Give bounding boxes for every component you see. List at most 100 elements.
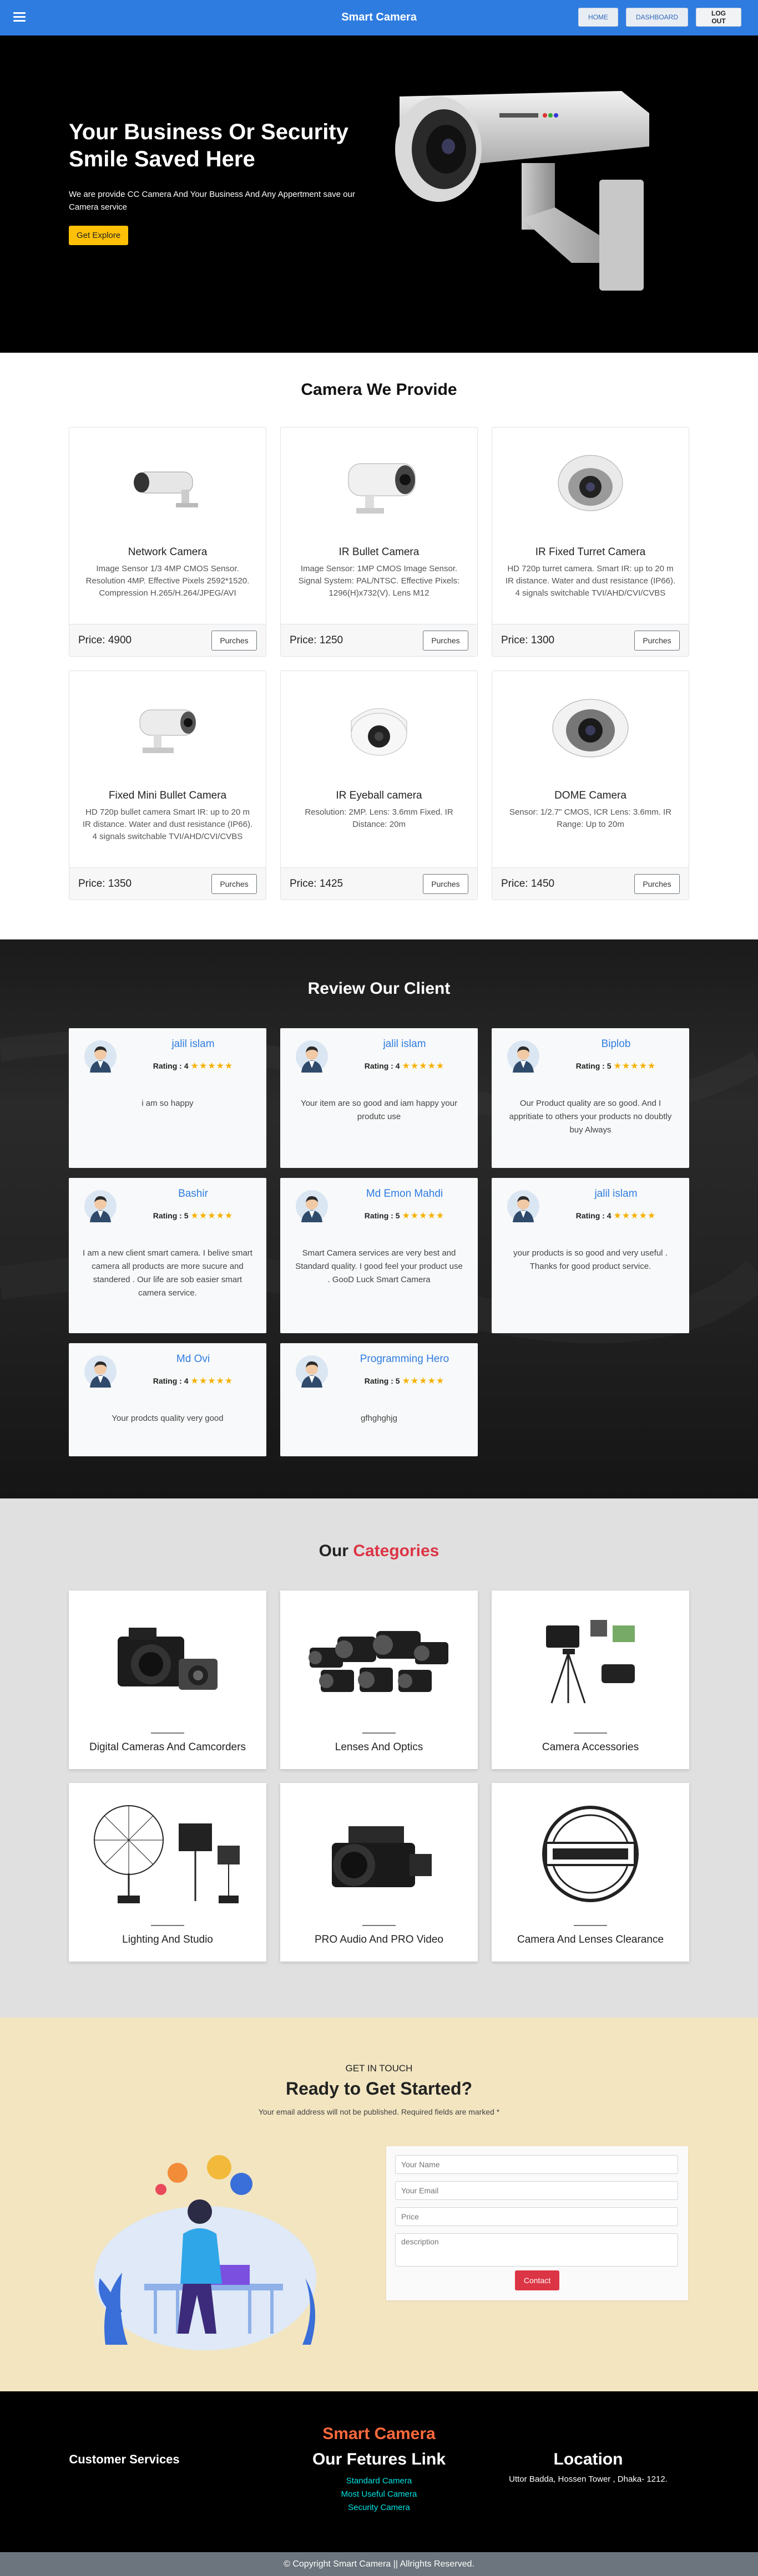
category-name: Digital Cameras And Camcorders bbox=[89, 1741, 246, 1753]
rating-label: Rating : bbox=[364, 1211, 393, 1220]
purchase-button[interactable]: Purches bbox=[634, 630, 680, 651]
star-icons: ★★★★★ bbox=[190, 1376, 234, 1386]
review-card: Bashir Rating : 5 ★★★★★ I am a new client s… bbox=[69, 1178, 266, 1333]
camera-name: IR Bullet Camera bbox=[338, 546, 420, 558]
logout-button[interactable]: LOG OUT bbox=[696, 8, 741, 27]
camera-card: Fixed Mini Bullet Camera HD 720p bullet … bbox=[69, 670, 266, 900]
cameras-section-title: Camera We Provide bbox=[301, 380, 457, 399]
star-icons: ★★★★★ bbox=[613, 1061, 656, 1071]
camera-price: Price: 1450 bbox=[501, 877, 555, 890]
home-button[interactable]: HOME bbox=[578, 8, 618, 27]
price-field[interactable] bbox=[395, 2207, 678, 2226]
explore-button[interactable]: Get Explore bbox=[69, 226, 129, 246]
network-camera-image bbox=[69, 444, 266, 527]
category-divider bbox=[574, 1925, 607, 1926]
rating-value: 5 bbox=[395, 1211, 400, 1220]
nav-buttons: HOME DASHBOARD LOG OUT bbox=[578, 8, 741, 27]
camera-card: IR Bullet Camera Image Sensor: 1MP CMOS … bbox=[280, 427, 478, 657]
rating-label: Rating : bbox=[575, 1061, 605, 1070]
rating-value: 4 bbox=[607, 1211, 612, 1220]
accessories-image bbox=[492, 1606, 689, 1717]
review-card: Programming Hero Rating : 5 ★★★★★ gfhghghjg bbox=[280, 1343, 478, 1456]
footer-link-standard-camera[interactable]: Standard Camera bbox=[296, 2475, 462, 2488]
name-field[interactable] bbox=[395, 2155, 678, 2174]
reviews-title: Review Our Client bbox=[307, 979, 451, 998]
reviews-grid: jalil islam Rating : 4 ★★★★★ i am so happy j… bbox=[69, 1028, 689, 1456]
star-icons: ★★★★★ bbox=[613, 1211, 656, 1221]
star-icons: ★★★★★ bbox=[190, 1211, 234, 1221]
contact-button[interactable]: Contact bbox=[515, 2270, 559, 2290]
categories-grid: Digital Cameras And Camcorders Lenses An… bbox=[69, 1591, 689, 1962]
category-card[interactable]: Camera Accessories bbox=[492, 1591, 689, 1769]
camera-description: Image Sensor 1/3 4MP CMOS Sensor. Resolu… bbox=[85, 564, 250, 598]
reviewer-name: jalil islam bbox=[594, 1188, 638, 1200]
lenses-image bbox=[280, 1606, 478, 1717]
camera-name: Network Camera bbox=[128, 546, 208, 558]
review-card: Biplob Rating : 5 ★★★★★ Our Product quality… bbox=[492, 1028, 689, 1168]
rating-label: Rating : bbox=[575, 1211, 605, 1220]
reviewer-name: jalil islam bbox=[383, 1038, 426, 1050]
reviewer-name: Md Emon Mahdi bbox=[366, 1188, 443, 1200]
purchase-button[interactable]: Purches bbox=[211, 873, 257, 894]
review-card: jalil islam Rating : 4 ★★★★★ your products … bbox=[492, 1178, 689, 1333]
purchase-button[interactable]: Purches bbox=[211, 630, 257, 651]
category-divider bbox=[151, 1925, 184, 1926]
category-name: Lighting And Studio bbox=[122, 1934, 213, 1945]
category-card[interactable]: PRO Audio And PRO Video bbox=[280, 1783, 478, 1962]
security-camera-image bbox=[395, 91, 649, 291]
digital-cameras-image bbox=[69, 1606, 266, 1717]
camera-price: Price: 1250 bbox=[290, 634, 343, 646]
camera-description: Image Sensor: 1MP CMOS Image Sensor. Sig… bbox=[298, 564, 460, 598]
camera-description: Resolution: 2MP. Lens: 3.6mm Fixed. IR D… bbox=[305, 807, 453, 829]
reviewer-avatar bbox=[84, 1040, 117, 1073]
reviewer-avatar bbox=[507, 1190, 539, 1222]
menu-icon[interactable] bbox=[13, 12, 26, 22]
purchase-button[interactable]: Purches bbox=[423, 630, 468, 651]
description-field[interactable] bbox=[395, 2233, 678, 2267]
category-divider bbox=[151, 1732, 184, 1734]
review-rating: Rating : 4 ★★★★★ bbox=[555, 1210, 677, 1221]
mini-bullet-camera-image bbox=[69, 688, 266, 771]
camera-card-footer: Price: 1350 Purches bbox=[69, 867, 266, 900]
category-card[interactable]: Lighting And Studio bbox=[69, 1783, 266, 1962]
clearance-stamp-image bbox=[492, 1798, 689, 1909]
location-address: Uttor Badda, Hossen Tower , Dhaka- 1212. bbox=[509, 2475, 668, 2484]
footer-link-most-useful-camera[interactable]: Most Useful Camera bbox=[296, 2488, 462, 2501]
eyeball-camera-image bbox=[281, 688, 477, 771]
purchase-button[interactable]: Purches bbox=[423, 873, 468, 894]
camera-card-footer: Price: 4900 Purches bbox=[69, 624, 266, 656]
rating-value: 4 bbox=[184, 1061, 189, 1070]
star-icons: ★★★★★ bbox=[402, 1211, 445, 1221]
categories-title-accent: Categories bbox=[353, 1542, 439, 1560]
copyright-bar: © Copyright Smart Camera || Allrights Re… bbox=[0, 2552, 758, 2576]
review-card: jalil islam Rating : 4 ★★★★★ i am so happy bbox=[69, 1028, 266, 1168]
camera-price: Price: 1425 bbox=[290, 877, 343, 890]
hero-subtitle: We are provide CC Camera And Your Busine… bbox=[69, 190, 355, 212]
review-text: Your item are so good and iam happy your… bbox=[300, 1099, 458, 1121]
camera-name: Fixed Mini Bullet Camera bbox=[108, 790, 227, 801]
review-text: Your prodcts quality very good bbox=[112, 1414, 224, 1423]
category-name: Camera And Lenses Clearance bbox=[517, 1934, 664, 1945]
dashboard-button[interactable]: DASHBOARD bbox=[626, 8, 688, 27]
purchase-button[interactable]: Purches bbox=[634, 873, 680, 894]
contact-form: Contact bbox=[386, 2146, 688, 2300]
categories-title: Our Categories bbox=[0, 1542, 758, 1561]
rating-label: Rating : bbox=[153, 1376, 182, 1385]
contact-kicker: GET IN TOUCH bbox=[345, 2063, 413, 2074]
reviewer-name: Biplob bbox=[601, 1038, 631, 1050]
rating-value: 5 bbox=[607, 1061, 612, 1070]
camera-price: Price: 1300 bbox=[501, 634, 555, 646]
footer-location-column: Location Uttor Badda, Hossen Tower , Dha… bbox=[455, 2450, 721, 2484]
camera-description: HD 720p turret camera. Smart IR: up to 2… bbox=[505, 564, 676, 598]
hero-title: Your Business Or Security Smile Saved He… bbox=[69, 120, 348, 172]
hero-section: Your Business Or Security Smile Saved He… bbox=[0, 35, 758, 353]
footer-link-security-camera[interactable]: Security Camera bbox=[296, 2501, 462, 2514]
category-card[interactable]: Digital Cameras And Camcorders bbox=[69, 1591, 266, 1769]
hero-text: Your Business Or Security Smile Saved He… bbox=[69, 119, 380, 246]
reviewer-avatar bbox=[84, 1190, 117, 1222]
category-card[interactable]: Camera And Lenses Clearance bbox=[492, 1783, 689, 1962]
rating-label: Rating : bbox=[153, 1211, 182, 1220]
camera-price: Price: 4900 bbox=[78, 634, 132, 646]
category-card[interactable]: Lenses And Optics bbox=[280, 1591, 478, 1769]
email-field[interactable] bbox=[395, 2181, 678, 2200]
